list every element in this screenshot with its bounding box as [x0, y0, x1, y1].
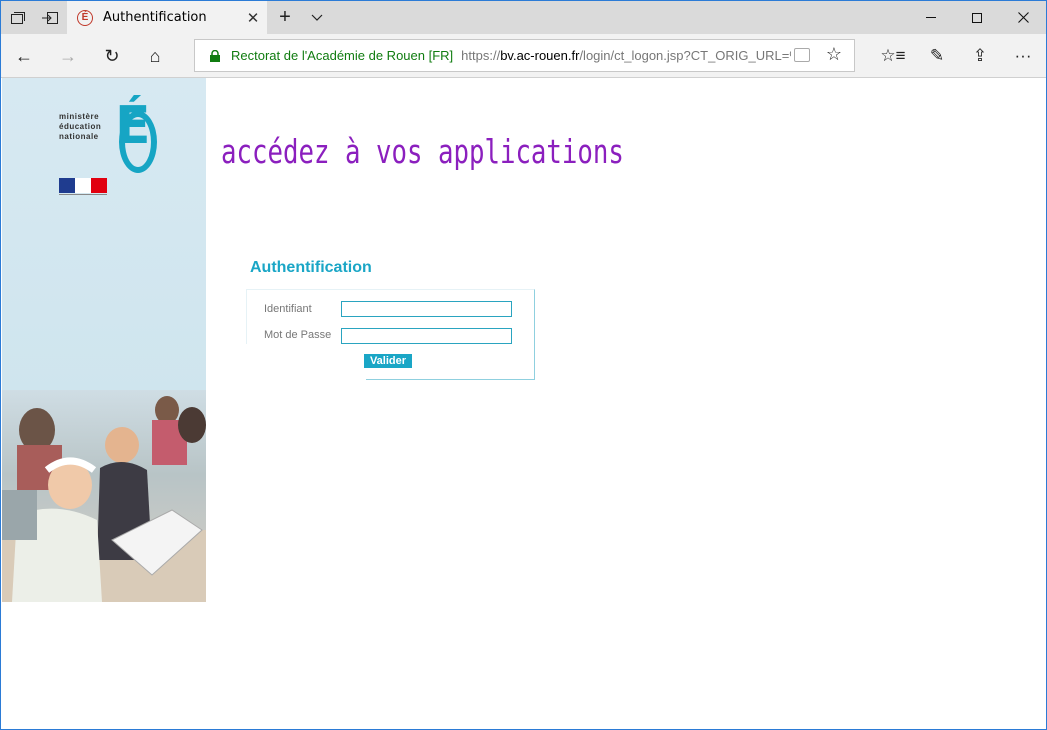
url-host: bv.ac-rouen.fr [500, 48, 580, 63]
frame-cut [246, 344, 366, 382]
navigation-bar: ← → ↻ ⌂ Rectorat de l'Académie de Rouen … [1, 34, 1046, 78]
logo-line: nationale [59, 132, 99, 141]
sidebar-banner: ministère éducation nationale É [2, 78, 206, 602]
pen-icon[interactable]: ✎ [921, 40, 953, 72]
back-icon[interactable]: ← [8, 40, 40, 72]
url-scheme: https:// [461, 48, 501, 63]
refresh-icon[interactable]: ↻ [96, 40, 128, 72]
forward-icon[interactable]: → [52, 40, 84, 72]
tab-strip: É Authentification ✕ + [1, 1, 1046, 34]
password-label: Mot de Passe [264, 329, 332, 341]
tab-authentification[interactable]: É Authentification ✕ [67, 1, 267, 34]
ministry-logo-text: ministère éducation nationale [59, 112, 101, 142]
logo-line: éducation [59, 122, 102, 131]
tab-close-icon[interactable]: ✕ [239, 9, 267, 27]
share-icon[interactable]: ⇪ [964, 40, 996, 72]
home-icon[interactable]: ⌂ [139, 40, 171, 72]
site-favicon-icon: É [77, 9, 93, 26]
password-input[interactable] [341, 328, 512, 344]
new-tab-icon[interactable]: + [271, 1, 299, 34]
minimize-icon[interactable] [908, 1, 954, 34]
auth-title: Authentification [250, 259, 372, 276]
lock-icon[interactable] [209, 49, 221, 62]
tab-menu-chevron-icon[interactable] [303, 1, 331, 34]
tab-title: Authentification [103, 10, 207, 25]
logo-line: ministère [59, 112, 100, 121]
url-text[interactable]: https://bv.ac-rouen.fr/login/ct_logon.js… [461, 48, 791, 63]
username-label: Identifiant [264, 303, 312, 315]
favorite-star-icon[interactable]: ☆ [826, 44, 842, 65]
page-heading: accédez à vos applications [221, 132, 624, 171]
favorites-hub-icon[interactable]: ☆≡ [877, 40, 909, 72]
ministry-logo-letter: É [115, 96, 151, 156]
url-path: /login/ct_logon.jsp?CT_ORIG_URL=% [579, 48, 792, 63]
address-bar[interactable]: Rectorat de l'Académie de Rouen [FR] htt… [194, 39, 855, 72]
reading-view-icon[interactable] [794, 48, 810, 62]
tab-preview-icon[interactable] [3, 1, 33, 34]
republic-flag-logo [59, 178, 107, 193]
maximize-icon[interactable] [954, 1, 1000, 34]
set-aside-tabs-icon[interactable] [35, 1, 65, 34]
username-input[interactable] [341, 301, 512, 317]
more-icon[interactable]: ··· [1007, 40, 1039, 72]
close-window-icon[interactable] [1000, 1, 1046, 34]
site-identity[interactable]: Rectorat de l'Académie de Rouen [FR] [231, 48, 453, 63]
page-content: ministère éducation nationale É accédez … [2, 78, 1046, 729]
submit-button[interactable]: Valider [364, 354, 412, 368]
students-photo [2, 390, 206, 602]
flag-caption-line [59, 194, 107, 204]
browser-window: É Authentification ✕ + ← → ↻ ⌂ Rectorat … [0, 0, 1047, 730]
